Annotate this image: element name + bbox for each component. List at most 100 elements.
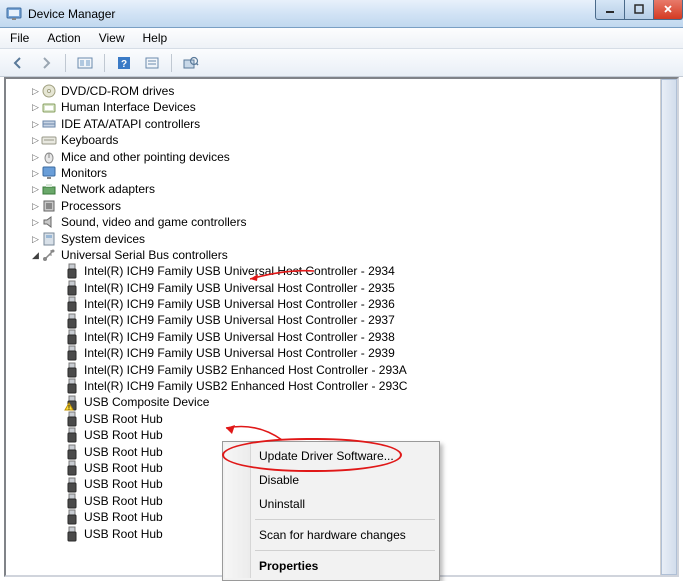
mouse-icon [41,149,57,165]
usb-icon [64,263,80,279]
titlebar: Device Manager [0,0,683,28]
collapse-arrow-icon[interactable]: ◢ [30,247,41,263]
usb-icon [64,526,80,542]
close-button[interactable] [653,0,683,20]
show-hidden-button[interactable] [73,52,97,74]
tree-item-label: USB Root Hub [84,444,163,460]
tree-item-label: Intel(R) ICH9 Family USB Universal Host … [84,312,395,328]
cpu-icon [41,198,57,214]
separator [65,54,66,72]
svg-text:?: ? [121,59,127,70]
tree-item-ide[interactable]: ▷IDE ATA/ATAPI controllers [10,116,677,132]
tree-item-label: Network adapters [61,181,155,197]
back-button[interactable] [6,52,30,74]
forward-button[interactable] [34,52,58,74]
scan-hardware-button[interactable] [179,52,203,74]
usb-icon [64,509,80,525]
usb-icon [64,296,80,312]
menu-view[interactable]: View [99,31,125,45]
tree-item-usb-device[interactable]: Intel(R) ICH9 Family USB Universal Host … [10,345,677,361]
vertical-scrollbar[interactable] [660,79,677,575]
tree-item-usb-device[interactable]: Intel(R) ICH9 Family USB Universal Host … [10,280,677,296]
menubar: File Action View Help [0,28,683,49]
tree-item-label: USB Root Hub [84,493,163,509]
expand-arrow-icon[interactable]: ▷ [30,214,41,230]
maximize-button[interactable] [624,0,654,20]
menu-item-update-driver-software[interactable]: Update Driver Software... [225,444,437,468]
properties-button[interactable] [140,52,164,74]
tree-item-usb-device[interactable]: Intel(R) ICH9 Family USB Universal Host … [10,329,677,345]
tree-item-label: Processors [61,198,121,214]
tree-item-usb-device[interactable]: USB Root Hub [10,411,677,427]
usb-icon [64,444,80,460]
tree-item-usb-controllers[interactable]: ◢ Universal Serial Bus controllers [10,247,677,263]
tree-item-hid[interactable]: ▷Human Interface Devices [10,99,677,115]
tree-item-usb-device[interactable]: !USB Composite Device [10,394,677,410]
separator [104,54,105,72]
menu-item-disable[interactable]: Disable [225,468,437,492]
tree-item-label: Intel(R) ICH9 Family USB Universal Host … [84,296,395,312]
tree-item-label: System devices [61,231,145,247]
tree-item-mouse[interactable]: ▷ Mice and other pointing devices [10,149,677,165]
app-icon [6,6,22,22]
scrollbar-thumb[interactable] [661,79,677,575]
help-button[interactable]: ? [112,52,136,74]
expand-arrow-icon[interactable]: ▷ [30,83,41,99]
separator [171,54,172,72]
tree-item-label: USB Root Hub [84,427,163,443]
expand-arrow-icon[interactable]: ▷ [30,165,41,181]
minimize-button[interactable] [595,0,625,20]
usb-icon [64,427,80,443]
cd-icon [41,83,57,99]
tree-item-label: USB Root Hub [84,526,163,542]
tree-item-label: DVD/CD-ROM drives [61,83,174,99]
tree-item-mon[interactable]: ▷ Monitors [10,165,677,181]
tree-item-usb-device[interactable]: Intel(R) ICH9 Family USB2 Enhanced Host … [10,378,677,394]
window-title: Device Manager [28,7,596,21]
tree-item-usb-device[interactable]: Intel(R) ICH9 Family USB Universal Host … [10,296,677,312]
tree-item-label: USB Root Hub [84,509,163,525]
usb-icon [64,280,80,296]
usb-icon [64,313,80,329]
tree-item-cd[interactable]: ▷ DVD/CD-ROM drives [10,83,677,99]
usb-icon [64,493,80,509]
tree-item-label: Intel(R) ICH9 Family USB Universal Host … [84,329,395,345]
tree-item-label: Mice and other pointing devices [61,149,230,165]
tree-item-label: Universal Serial Bus controllers [61,247,228,263]
tree-item-label: Intel(R) ICH9 Family USB2 Enhanced Host … [84,378,407,394]
tree-item-label: Monitors [61,165,107,181]
tree-item-label: Intel(R) ICH9 Family USB2 Enhanced Host … [84,362,407,378]
tree-item-label: Sound, video and game controllers [61,214,246,230]
usb-icon [64,362,80,378]
expand-arrow-icon[interactable]: ▷ [30,116,41,132]
usb-warning-icon: ! [64,395,80,411]
usb-icon [64,411,80,427]
tree-item-label: USB Root Hub [84,476,163,492]
expand-arrow-icon[interactable]: ▷ [30,181,41,197]
expand-arrow-icon[interactable]: ▷ [30,231,41,247]
tree-item-kb[interactable]: ▷Keyboards [10,132,677,148]
tree-item-net[interactable]: ▷ Network adapters [10,181,677,197]
tree-item-usb-device[interactable]: Intel(R) ICH9 Family USB Universal Host … [10,312,677,328]
tree-item-label: Intel(R) ICH9 Family USB Universal Host … [84,263,395,279]
tree-item-usb-device[interactable]: Intel(R) ICH9 Family USB2 Enhanced Host … [10,362,677,378]
tree-item-label: USB Root Hub [84,411,163,427]
tree-item-sys[interactable]: ▷ System devices [10,231,677,247]
expand-arrow-icon[interactable]: ▷ [30,99,41,115]
menu-item-uninstall[interactable]: Uninstall [225,492,437,516]
menu-file[interactable]: File [10,31,29,45]
menu-item-scan-for-hardware-changes[interactable]: Scan for hardware changes [225,523,437,547]
usb-icon [64,329,80,345]
menu-help[interactable]: Help [143,31,168,45]
expand-arrow-icon[interactable]: ▷ [30,149,41,165]
tree-item-label: Intel(R) ICH9 Family USB Universal Host … [84,280,395,296]
menu-action[interactable]: Action [47,31,80,45]
expand-arrow-icon[interactable]: ▷ [30,198,41,214]
tree-item-cpu[interactable]: ▷ Processors [10,198,677,214]
menu-item-properties[interactable]: Properties [225,554,437,578]
tree-item-usb-device[interactable]: Intel(R) ICH9 Family USB Universal Host … [10,263,677,279]
mon-icon [41,165,57,181]
expand-arrow-icon[interactable]: ▷ [30,132,41,148]
tree-item-label: USB Root Hub [84,460,163,476]
tree-item-snd[interactable]: ▷ Sound, video and game controllers [10,214,677,230]
